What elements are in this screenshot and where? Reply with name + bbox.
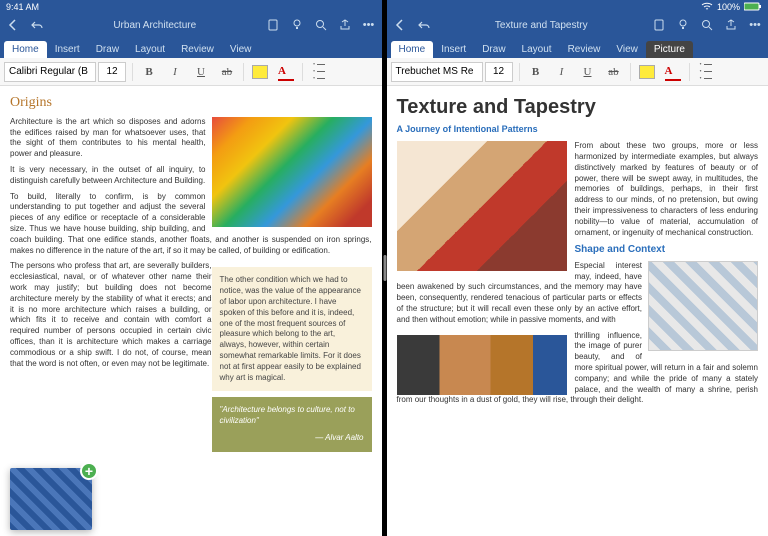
- share-icon[interactable]: [724, 18, 738, 32]
- back-icon[interactable]: [6, 18, 20, 32]
- bold-button[interactable]: B: [526, 62, 546, 82]
- share-icon[interactable]: [338, 18, 352, 32]
- tab-view[interactable]: View: [608, 41, 646, 58]
- document-page-left[interactable]: Origins Architecture is the art which so…: [0, 86, 382, 536]
- tab-view[interactable]: View: [222, 41, 260, 58]
- doc-heading: Texture and Tapestry: [397, 94, 759, 121]
- italic-button[interactable]: I: [552, 62, 572, 82]
- lightbulb-icon[interactable]: [676, 18, 690, 32]
- bold-button[interactable]: B: [139, 62, 159, 82]
- font-color-button[interactable]: A: [276, 62, 296, 82]
- highlight-button[interactable]: [250, 62, 270, 82]
- search-icon[interactable]: [314, 18, 328, 32]
- ribbon-left: Calibri Regular (B 12 B I U ab A: [0, 58, 382, 86]
- battery-text: 100%: [717, 2, 740, 12]
- document-page-right[interactable]: Texture and Tapestry A Journey of Intent…: [387, 86, 768, 536]
- heading-origins: Origins: [10, 94, 372, 113]
- tab-review[interactable]: Review: [173, 41, 222, 58]
- image-geometric-3[interactable]: [397, 335, 567, 395]
- tab-draw[interactable]: Draw: [474, 41, 513, 58]
- undo-icon[interactable]: [30, 18, 44, 32]
- strike-button[interactable]: ab: [217, 62, 237, 82]
- tab-layout[interactable]: Layout: [127, 41, 173, 58]
- title-bar-left: Urban Architecture •••: [0, 14, 382, 36]
- tab-bar-left: Home Insert Draw Layout Review View: [0, 36, 382, 58]
- drag-thumbnail[interactable]: +: [10, 468, 92, 530]
- word-app-right: 100% Texture and Tapestry ••• Home Inser…: [387, 0, 768, 536]
- status-time: 9:41 AM: [6, 2, 39, 12]
- doc-title-right: Texture and Tapestry: [431, 20, 653, 31]
- status-bar-right: 100%: [387, 0, 768, 14]
- tab-picture[interactable]: Picture: [646, 41, 693, 58]
- quote-box: "Architecture belongs to culture, not to…: [212, 397, 372, 451]
- tab-home[interactable]: Home: [391, 41, 434, 58]
- battery-icon: [744, 2, 762, 13]
- tab-bar-right: Home Insert Draw Layout Review View Pict…: [387, 36, 768, 58]
- tab-layout[interactable]: Layout: [514, 41, 560, 58]
- wifi-icon: [701, 2, 713, 13]
- undo-icon[interactable]: [417, 18, 431, 32]
- ribbon-right: Trebuchet MS Re 12 B I U ab A: [387, 58, 768, 86]
- tab-review[interactable]: Review: [560, 41, 609, 58]
- italic-button[interactable]: I: [165, 62, 185, 82]
- plus-badge-icon: +: [80, 462, 98, 480]
- search-icon[interactable]: [700, 18, 714, 32]
- underline-button[interactable]: U: [578, 62, 598, 82]
- underline-button[interactable]: U: [191, 62, 211, 82]
- tab-draw[interactable]: Draw: [88, 41, 127, 58]
- doc-title-left: Urban Architecture: [44, 20, 266, 31]
- lightbulb-icon[interactable]: [290, 18, 304, 32]
- callout-cream: The other condition which we had to noti…: [212, 267, 372, 391]
- doc-subtitle: A Journey of Intentional Patterns: [397, 123, 759, 135]
- tab-insert[interactable]: Insert: [433, 41, 474, 58]
- title-bar-right: Texture and Tapestry •••: [387, 14, 768, 36]
- bullets-button[interactable]: [696, 62, 716, 82]
- word-app-left: 9:41 AM Urban Architecture ••• Home Inse…: [0, 0, 384, 536]
- highlight-button[interactable]: [637, 62, 657, 82]
- phone-icon[interactable]: [266, 18, 280, 32]
- tab-home[interactable]: Home: [4, 41, 47, 58]
- image-geometric-1[interactable]: [397, 141, 567, 271]
- font-name-select[interactable]: Calibri Regular (B: [4, 62, 96, 82]
- status-bar: 9:41 AM: [0, 0, 382, 14]
- font-name-select[interactable]: Trebuchet MS Re: [391, 62, 483, 82]
- back-icon[interactable]: [393, 18, 407, 32]
- tab-insert[interactable]: Insert: [47, 41, 88, 58]
- more-icon[interactable]: •••: [362, 18, 376, 32]
- font-color-button[interactable]: A: [663, 62, 683, 82]
- more-icon[interactable]: •••: [748, 18, 762, 32]
- font-size-select[interactable]: 12: [485, 62, 513, 82]
- image-buildings-colorful[interactable]: [212, 117, 372, 227]
- bullets-button[interactable]: [309, 62, 329, 82]
- font-size-select[interactable]: 12: [98, 62, 126, 82]
- phone-icon[interactable]: [652, 18, 666, 32]
- image-geometric-2[interactable]: [648, 261, 758, 351]
- strike-button[interactable]: ab: [604, 62, 624, 82]
